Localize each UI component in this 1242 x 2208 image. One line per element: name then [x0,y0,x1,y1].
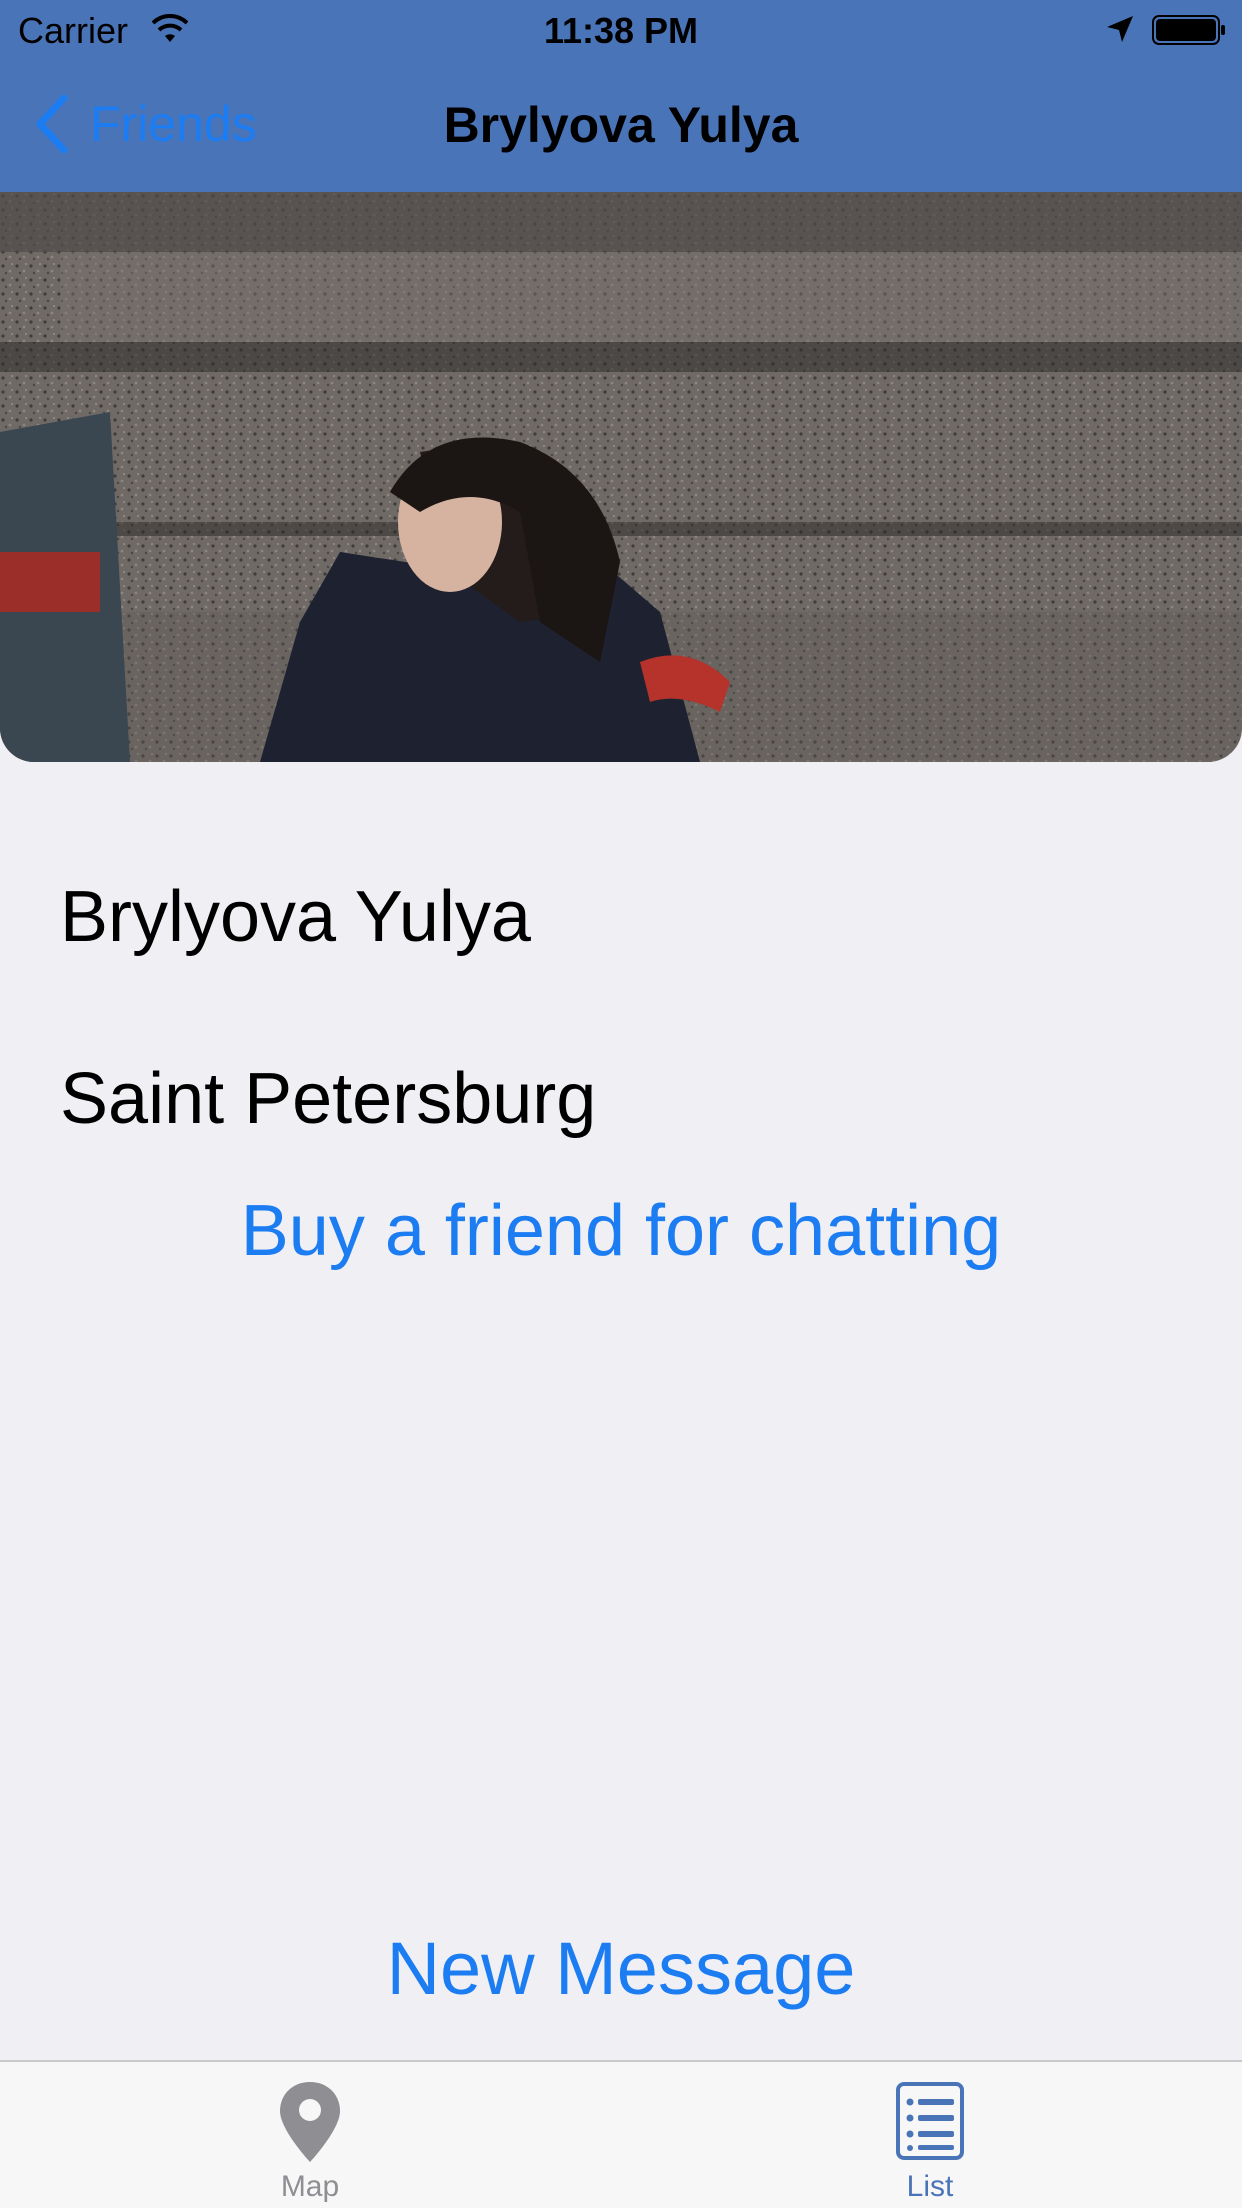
new-message-button[interactable]: New Message [0,1926,1242,2011]
profile-photo [0,192,1242,762]
status-bar: Carrier 11:38 PM [0,0,1242,60]
status-time: 11:38 PM [543,10,699,51]
battery-icon [1152,15,1225,45]
map-pin-icon [280,2082,340,2162]
tab-map-label: Map [280,2170,340,2203]
navigation-bar: Friends Brylyova Yulya [0,60,1242,192]
tab-map[interactable]: Map [160,2062,460,2208]
friend-detail-screen: Carrier 11:38 PM Friends Brylyova Yulya … [0,0,1242,2208]
tab-bar: Map List [0,2060,1242,2208]
profile-photo-image [0,192,1242,762]
tab-list[interactable]: List [780,2062,1080,2208]
location-arrow-icon [1107,16,1133,42]
buy-friend-link[interactable]: Buy a friend for chatting [0,1190,1242,1272]
list-icon [896,2082,964,2160]
nav-title: Brylyova Yulya [443,97,799,153]
friend-city: Saint Petersburg [60,1059,597,1139]
tab-list-label: List [906,2170,954,2203]
top-bar: Carrier 11:38 PM Friends Brylyova Yulya [0,0,1242,192]
friend-name: Brylyova Yulya [60,877,531,957]
